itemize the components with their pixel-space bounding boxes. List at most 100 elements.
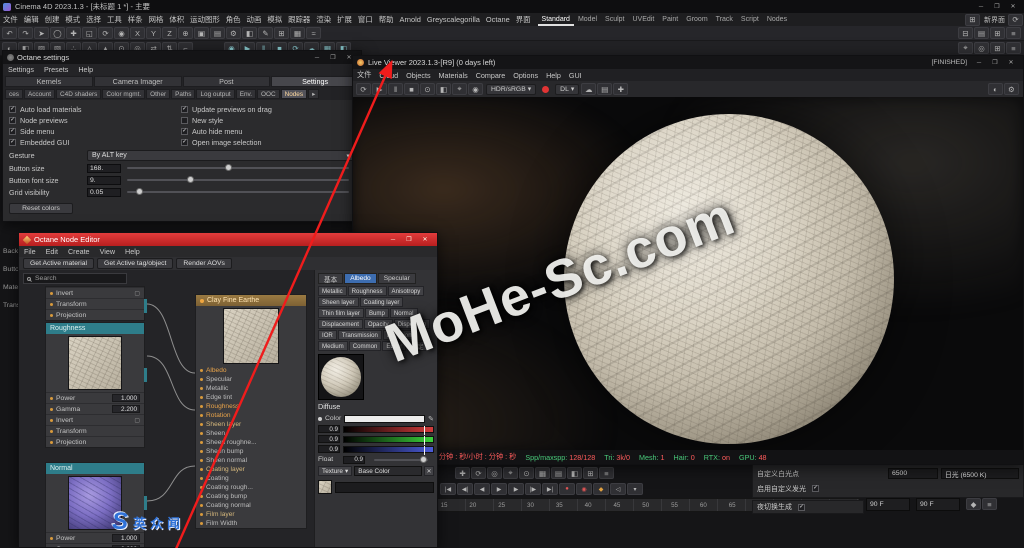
node-port[interactable]: Sheen bump (196, 447, 306, 456)
nav-layers-icon[interactable]: ▤ (551, 467, 566, 479)
enable-custom-checkbox[interactable]: ✓ (812, 485, 819, 492)
daylight-preset-value[interactable]: 日光 (6500 K) (941, 468, 1019, 479)
menu-item[interactable]: 渲染 (313, 14, 334, 25)
slider-knob[interactable] (420, 456, 427, 463)
menu-item[interactable]: Help (73, 65, 98, 74)
nav-orbit-icon[interactable]: ⟳ (471, 467, 486, 479)
slider-knob[interactable] (136, 188, 143, 195)
port-dot[interactable] (50, 408, 53, 411)
node-parameter-row[interactable]: Gamma 2.200 (46, 543, 144, 547)
checkbox[interactable]: ✓ (181, 139, 188, 146)
settings-subtab[interactable]: C4D shaders (56, 89, 101, 99)
node-port[interactable]: Film layer (196, 510, 306, 519)
keyframe-icon[interactable]: ◆ (593, 483, 609, 495)
panel-tab[interactable]: 基本 (318, 273, 343, 284)
node-port[interactable]: Metallic (196, 384, 306, 393)
menu-item[interactable]: 帮助 (376, 14, 397, 25)
normal-texture-node[interactable]: Normal Power 1.000 Gamma 2.200 (45, 462, 145, 547)
close-button[interactable]: ✕ (1003, 57, 1019, 69)
menu-item[interactable]: 体积 (166, 14, 187, 25)
port-dot[interactable] (200, 414, 203, 417)
nav-menu-icon[interactable]: ≡ (599, 467, 614, 479)
viewport-layout-icon[interactable]: ⊟ (958, 27, 973, 39)
slider-knob[interactable] (187, 176, 194, 183)
lv-region-render-icon[interactable]: ◧ (436, 83, 451, 95)
lv-denoise-icon[interactable]: ✚ (613, 83, 628, 95)
settings-subtab[interactable]: Env. (236, 89, 256, 99)
checkbox-row[interactable]: New style (181, 115, 353, 126)
move-tool-icon[interactable]: ✚ (66, 27, 81, 39)
menu-item[interactable]: 角色 (223, 14, 244, 25)
action-button[interactable]: Get Active material (23, 258, 94, 269)
slider-value[interactable]: 168. (87, 164, 121, 173)
lv-clay-mode-icon[interactable]: ☁ (581, 83, 596, 95)
panel-tab[interactable]: Specular (378, 273, 416, 284)
night-switch-checkbox[interactable]: ✓ (798, 504, 805, 511)
maximize-button[interactable]: ❐ (989, 1, 1005, 13)
menu-item[interactable]: 界面 (513, 14, 534, 25)
menu-item[interactable]: Help (120, 247, 145, 256)
node-port[interactable]: Sheen layer (196, 420, 306, 429)
checkbox-row[interactable]: ✓ Auto hide menu (181, 126, 353, 137)
menu-item[interactable]: Cloud (375, 71, 402, 80)
node-port[interactable]: Film Width (196, 519, 306, 528)
axis-x-icon[interactable]: X (130, 27, 145, 39)
action-button[interactable]: Get Active tag/object (97, 258, 173, 269)
port-dot[interactable] (200, 459, 203, 462)
prev-key-icon[interactable]: ◀| (457, 483, 473, 495)
frame-start-field[interactable]: 90 F (866, 498, 910, 511)
node-port[interactable]: Coating bump (196, 492, 306, 501)
refresh-ui-icon[interactable]: ⟳ (1008, 14, 1023, 26)
node-port[interactable]: Coating layer (196, 465, 306, 474)
slider-track[interactable] (127, 167, 349, 169)
channel-button[interactable]: Editor (382, 341, 406, 351)
checkbox-row[interactable]: ✓ Node previews (9, 115, 181, 126)
node-parameter-row[interactable]: Gamma 2.200 (46, 403, 144, 414)
menu-item[interactable]: Create (63, 247, 95, 256)
float-slider[interactable] (374, 459, 428, 461)
lv-settings-icon[interactable]: ⚙ (1004, 83, 1019, 95)
settings-tab[interactable]: Camera Imager (94, 76, 182, 87)
menu-item[interactable]: Octane (483, 15, 513, 24)
rotate-tool-icon[interactable]: ⟳ (98, 27, 113, 39)
channel-slider[interactable] (343, 426, 434, 433)
menu-item[interactable]: Objects (402, 71, 434, 80)
settings-subtab[interactable]: Log output (196, 89, 234, 99)
port-dot[interactable] (200, 423, 203, 426)
checkbox-row[interactable]: ✓ Side menu (9, 126, 181, 137)
menu-item[interactable]: GUI (565, 71, 586, 80)
port-dot[interactable] (200, 495, 203, 498)
channel-button[interactable]: Thin film layer (318, 308, 364, 318)
channel-button[interactable]: Displacement (318, 319, 363, 329)
last-tool-icon[interactable]: ◉ (114, 27, 129, 39)
view-options-icon[interactable]: ≡ (1006, 42, 1021, 54)
workspace-tab[interactable]: Paint (658, 13, 682, 26)
node-parameter-row[interactable]: Transform (46, 425, 144, 436)
nav-expand-icon[interactable]: ⊞ (583, 467, 598, 479)
port-dot[interactable] (50, 430, 53, 433)
channel-button[interactable]: IOR (318, 330, 337, 340)
node-parameter-row[interactable]: Power 1.000 (46, 392, 144, 403)
live-selection-icon[interactable]: ◯ (50, 27, 65, 39)
goto-start-icon[interactable]: |◀ (440, 483, 456, 495)
menu-item[interactable]: View (95, 247, 120, 256)
render-queue-icon[interactable]: ▤ (210, 27, 225, 39)
menu-item[interactable]: Options (509, 71, 542, 80)
settings-subtab[interactable]: Other (146, 89, 170, 99)
slider-value[interactable]: 0.05 (87, 188, 121, 197)
settings-subtab[interactable]: Color mgmt. (102, 89, 145, 99)
port-dot[interactable] (200, 468, 203, 471)
playback-options-icon[interactable]: ▾ (627, 483, 643, 495)
checkbox-row[interactable]: ✓ Auto load materials (9, 104, 181, 115)
denoise-dropdown[interactable]: DL ▾ (555, 84, 579, 95)
menu-item[interactable]: 编辑 (21, 14, 42, 25)
node-graph[interactable]: Search Invert ▢ Transform Projecti (19, 270, 314, 547)
texture-value[interactable]: Base Color (354, 466, 422, 476)
white-point-value[interactable]: 6500 (888, 468, 938, 479)
texture-mini-preview[interactable] (318, 480, 332, 494)
keyframe-bar-icon[interactable]: ◆ (966, 498, 981, 510)
port-dot[interactable] (200, 477, 203, 480)
slider-value[interactable]: 9. (87, 176, 121, 185)
select-tool-icon[interactable]: ➤ (34, 27, 49, 39)
menu-item[interactable]: 窗口 (355, 14, 376, 25)
